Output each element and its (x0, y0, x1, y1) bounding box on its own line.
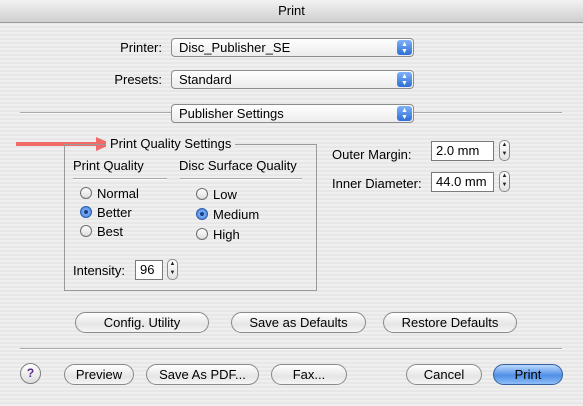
presets-value: Standard (179, 72, 232, 87)
presets-popup[interactable]: Standard ▲ ▼ (171, 70, 414, 89)
radio-button[interactable] (80, 225, 92, 237)
radio-label: Better (97, 205, 132, 220)
inner-diameter-label: Inner Diameter: (332, 176, 422, 191)
print-button[interactable]: Print (493, 364, 563, 385)
outer-margin-label: Outer Margin: (332, 147, 412, 162)
outer-margin-field[interactable]: 2.0 mm (431, 141, 494, 161)
radio-label: High (213, 227, 240, 242)
group-title: Print Quality Settings (106, 136, 236, 151)
radio-button[interactable] (196, 228, 208, 240)
help-button[interactable]: ? (20, 363, 41, 384)
intensity-stepper[interactable]: ▲ ▼ (167, 259, 178, 280)
radio-button[interactable] (80, 187, 92, 199)
intensity-field[interactable]: 96 (135, 260, 163, 280)
preview-button[interactable]: Preview (64, 364, 134, 385)
radio-label: Best (97, 224, 124, 239)
printer-value: Disc_Publisher_SE (179, 40, 291, 55)
printer-popup[interactable]: Disc_Publisher_SE ▲ ▼ (171, 38, 414, 57)
restore-defaults-button[interactable]: Restore Defaults (383, 312, 517, 333)
config-utility-button[interactable]: Config. Utility (75, 312, 209, 333)
radio-button[interactable] (196, 208, 208, 220)
popup-arrows-icon: ▲ ▼ (397, 106, 412, 121)
intensity-label: Intensity: (73, 263, 126, 278)
inner-diameter-field[interactable]: 44.0 mm (431, 172, 494, 192)
separator (20, 348, 562, 350)
presets-label: Presets: (114, 72, 162, 87)
popup-arrows-icon: ▲ ▼ (397, 72, 412, 87)
panel-value: Publisher Settings (179, 106, 284, 121)
print-quality-header: Print Quality (73, 158, 144, 173)
fax-button[interactable]: Fax... (271, 364, 347, 385)
radio-button[interactable] (196, 188, 208, 200)
panel-popup[interactable]: Publisher Settings ▲ ▼ (171, 104, 414, 123)
separator (180, 178, 302, 180)
save-as-pdf-button[interactable]: Save As PDF... (146, 364, 259, 385)
outer-margin-stepper[interactable]: ▲ ▼ (499, 140, 510, 161)
radio-button[interactable] (80, 206, 92, 218)
separator (73, 178, 167, 180)
inner-diameter-stepper[interactable]: ▲ ▼ (499, 171, 510, 192)
radio-label: Low (213, 187, 237, 202)
printer-label: Printer: (120, 40, 162, 55)
window-title: Print (0, 0, 583, 23)
radio-label: Medium (213, 207, 260, 222)
radio-label: Normal (97, 186, 139, 201)
save-as-defaults-button[interactable]: Save as Defaults (231, 312, 366, 333)
disc-surface-header: Disc Surface Quality (179, 158, 297, 173)
popup-arrows-icon: ▲ ▼ (397, 40, 412, 55)
cancel-button[interactable]: Cancel (406, 364, 482, 385)
